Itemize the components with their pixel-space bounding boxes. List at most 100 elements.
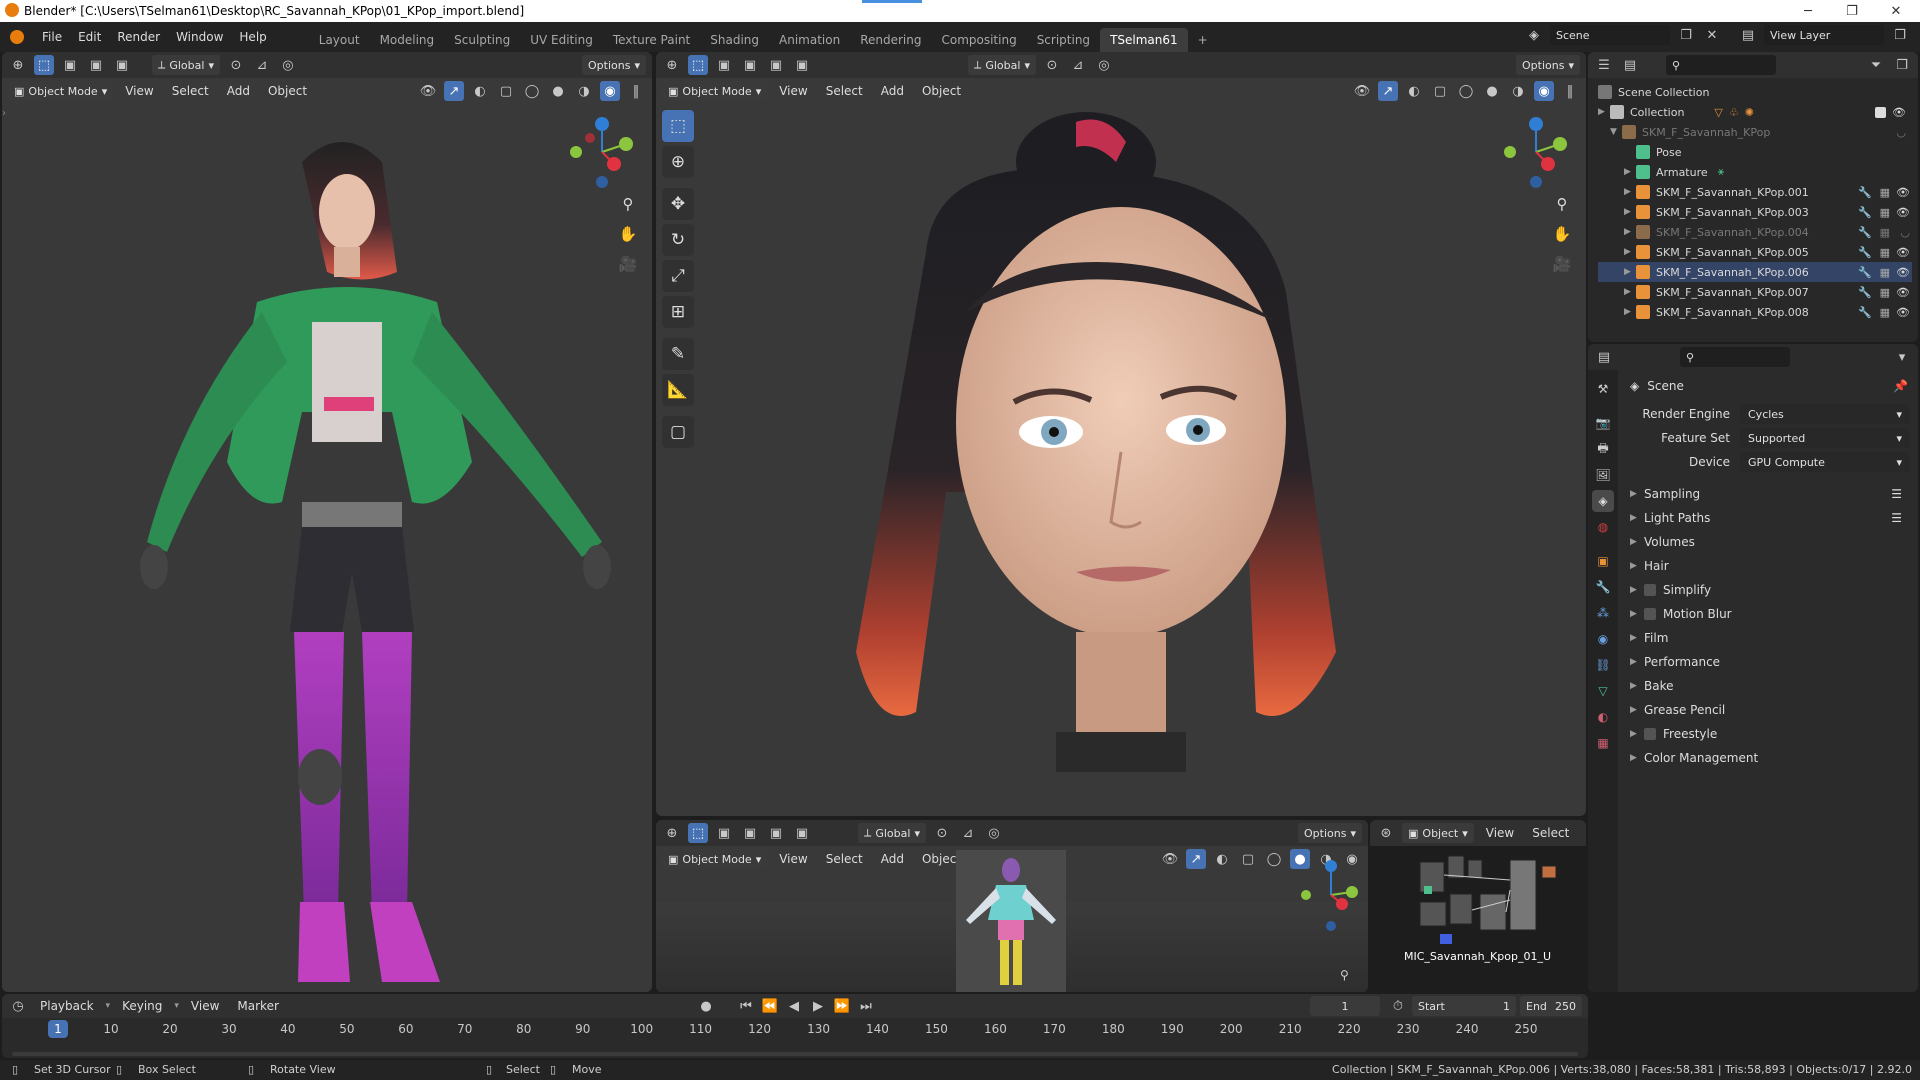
tab-layout[interactable]: Layout xyxy=(309,28,370,52)
select-mode-icon[interactable]: ▣ xyxy=(714,55,734,75)
eye-icon[interactable]: 👁 xyxy=(1896,266,1910,279)
tab-texture-paint[interactable]: Texture Paint xyxy=(603,28,700,52)
menu-view[interactable]: View xyxy=(1480,826,1520,840)
editor-type-icon[interactable]: ⊕ xyxy=(8,55,28,75)
select-tool-icon[interactable]: ⬚ xyxy=(688,823,708,843)
editor-type-icon[interactable]: ⊕ xyxy=(662,823,682,843)
options-dropdown[interactable]: Options ▾ xyxy=(1516,55,1580,75)
tab-scripting[interactable]: Scripting xyxy=(1027,28,1100,52)
panel-motion-blur[interactable]: ▶ Motion Blur xyxy=(1618,602,1918,626)
camera-icon[interactable]: 🎥 xyxy=(1550,252,1574,276)
delete-scene-icon[interactable]: ✕ xyxy=(1702,25,1722,45)
outliner-row-selected[interactable]: ▶ SKM_F_Savannah_KPop.006 🔧 ▦ 👁 xyxy=(1598,262,1912,282)
shading-wireframe-icon[interactable]: ◯ xyxy=(522,81,542,101)
eye-icon[interactable]: 👁 xyxy=(1896,246,1910,259)
expand-icon[interactable]: ▶ xyxy=(1624,187,1636,197)
select-mode-icon[interactable]: ▣ xyxy=(714,823,734,843)
blender-menu-icon[interactable] xyxy=(0,30,34,44)
simplify-checkbox[interactable] xyxy=(1644,584,1656,596)
shading-rendered-icon[interactable]: ◉ xyxy=(1534,81,1554,101)
outliner-row[interactable]: ▶ SKM_F_Savannah_KPop.007 🔧 ▦ 👁 xyxy=(1598,282,1912,302)
panel-simplify[interactable]: ▶ Simplify xyxy=(1618,578,1918,602)
view-layer-icon[interactable]: ▤ xyxy=(1738,25,1758,45)
view-layer-tab-icon[interactable]: 🖼 xyxy=(1592,464,1614,486)
add-workspace-button[interactable]: + xyxy=(1188,28,1218,52)
shading-wireframe-icon[interactable]: ◯ xyxy=(1264,849,1284,869)
select-extend-icon[interactable]: ▣ xyxy=(740,823,760,843)
scale-tool-icon[interactable]: ⤢ xyxy=(662,260,694,292)
pivot-icon[interactable]: ⊙ xyxy=(226,55,246,75)
eye-icon[interactable]: 👁 xyxy=(1896,286,1910,299)
constraints-tab-icon[interactable]: ⛓ xyxy=(1592,654,1614,676)
object-tab-icon[interactable]: ▣ xyxy=(1592,550,1614,572)
tab-compositing[interactable]: Compositing xyxy=(931,28,1026,52)
mode-dropdown[interactable]: ▣ Object Mode ▾ xyxy=(662,81,768,101)
modifier-tab-icon[interactable]: 🔧 xyxy=(1592,576,1614,598)
select-subtract-icon[interactable]: ▣ xyxy=(112,55,132,75)
options-dropdown[interactable]: Options ▾ xyxy=(582,55,646,75)
shading-solid-icon[interactable]: ● xyxy=(548,81,568,101)
outliner-row[interactable]: ▶ Armature ⚹ xyxy=(1598,162,1912,182)
tab-sculpting[interactable]: Sculpting xyxy=(444,28,520,52)
menu-view[interactable]: View xyxy=(185,999,225,1013)
shading-material-icon[interactable]: ◑ xyxy=(574,81,594,101)
pivot-icon[interactable]: ⊙ xyxy=(932,823,952,843)
view-layer-selector[interactable]: View Layer xyxy=(1764,25,1884,45)
world-tab-icon[interactable]: ◍ xyxy=(1592,516,1614,538)
start-frame-field[interactable]: Start 1 xyxy=(1412,996,1516,1016)
orientation-dropdown[interactable]: ⟂ Global ▾ xyxy=(968,55,1036,75)
outliner-row[interactable]: ▶ SKM_F_Savannah_KPop.003 🔧 ▦ 👁 xyxy=(1598,202,1912,222)
data-tab-icon[interactable]: ▽ xyxy=(1592,680,1614,702)
navigation-gizmo[interactable] xyxy=(1296,850,1366,940)
menu-render[interactable]: Render xyxy=(109,22,168,52)
select-tool-icon[interactable]: ⬚ xyxy=(34,55,54,75)
new-scene-icon[interactable]: ❐ xyxy=(1676,25,1696,45)
expand-icon[interactable]: ▶ xyxy=(1598,107,1610,117)
editor-type-icon[interactable]: ▤ xyxy=(1594,347,1614,367)
proportional-edit-icon[interactable]: ◎ xyxy=(984,823,1004,843)
camera-icon[interactable]: 🎥 xyxy=(616,252,640,276)
eye-closed-icon[interactable]: ◡ xyxy=(1900,226,1910,239)
render-tab-icon[interactable]: 📷 xyxy=(1592,412,1614,434)
object-dropdown[interactable]: ▣ Object ▾ xyxy=(1402,823,1474,843)
menu-keying[interactable]: Keying xyxy=(116,999,168,1013)
scene-selector[interactable]: Scene xyxy=(1550,25,1670,45)
expand-icon[interactable]: ▶ xyxy=(1624,247,1636,257)
editor-type-icon[interactable]: ⊛ xyxy=(1376,823,1396,843)
expand-icon[interactable]: ▶ xyxy=(1624,207,1636,217)
output-tab-icon[interactable]: 🖶 xyxy=(1592,438,1614,460)
rotate-tool-icon[interactable]: ↻ xyxy=(662,224,694,256)
mode-dropdown[interactable]: ▣ Object Mode ▾ xyxy=(8,81,114,101)
select-extend-icon[interactable]: ▣ xyxy=(740,55,760,75)
menu-add[interactable]: Add xyxy=(221,84,256,98)
shading-material-icon[interactable]: ◑ xyxy=(1508,81,1528,101)
xray-icon[interactable]: ▢ xyxy=(1238,849,1258,869)
pan-hand-icon[interactable]: ✋ xyxy=(1550,222,1574,246)
sidebar-toggle-icon[interactable]: ‖ xyxy=(1560,81,1580,101)
scene-tab-icon[interactable]: ◈ xyxy=(1592,490,1614,512)
menu-add[interactable]: Add xyxy=(875,852,910,866)
outliner-row[interactable]: Scene Collection xyxy=(1598,82,1912,102)
render-engine-dropdown[interactable]: Cycles ▾ xyxy=(1740,404,1910,424)
viewport-main[interactable]: ⊕ ⬚ ▣ ▣ ▣ ▣ ⟂ Global ▾ ⊙ ⊿ ◎ Options ▾ ▣ Obj… xyxy=(656,52,1586,816)
menu-object[interactable]: Object xyxy=(262,84,313,98)
end-frame-field[interactable]: End 250 xyxy=(1520,996,1582,1016)
filter-icon[interactable]: ⏷ xyxy=(1866,55,1886,75)
tab-uv-editing[interactable]: UV Editing xyxy=(520,28,603,52)
zoom-icon[interactable]: ⚲ xyxy=(1340,968,1360,988)
select-subtract-icon[interactable]: ▣ xyxy=(766,55,786,75)
viewport-left[interactable]: ⊕ ⬚ ▣ ▣ ▣ ⟂ Global ▾ ⊙ ⊿ ◎ Options ▾ ▣ Objec… xyxy=(2,52,652,992)
properties-search-input[interactable]: ⚲ xyxy=(1680,347,1790,367)
navigation-gizmo[interactable] xyxy=(1496,112,1576,192)
tool-tab-icon[interactable]: ⚒ xyxy=(1592,378,1614,400)
options-dropdown[interactable]: Options ▾ xyxy=(1298,823,1362,843)
play-reverse-icon[interactable]: ◀ xyxy=(784,996,804,1016)
annotate-tool-icon[interactable]: ✎ xyxy=(662,338,694,370)
jump-keyframe-back-icon[interactable]: ⏪ xyxy=(760,996,780,1016)
eye-closed-icon[interactable]: ◡ xyxy=(1896,126,1906,139)
panel-freestyle[interactable]: ▶ Freestyle xyxy=(1618,722,1918,746)
tab-modeling[interactable]: Modeling xyxy=(370,28,445,52)
jump-end-icon[interactable]: ⏭ xyxy=(856,996,876,1016)
pivot-icon[interactable]: ⊙ xyxy=(1042,55,1062,75)
panel-performance[interactable]: ▶ Performance xyxy=(1618,650,1918,674)
